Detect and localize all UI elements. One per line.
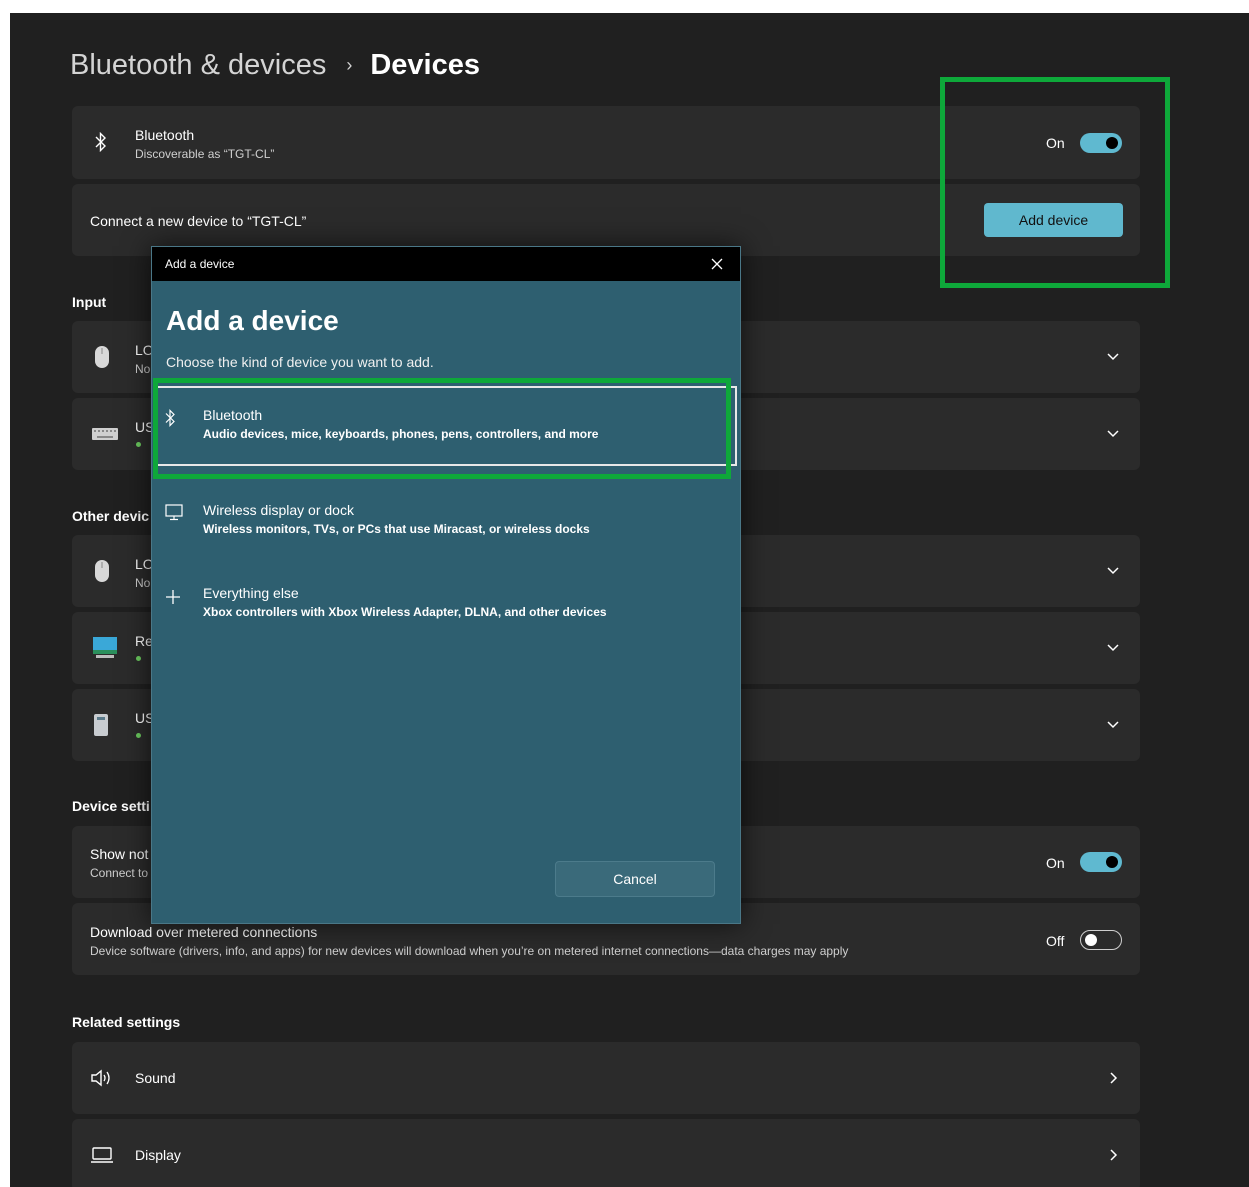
mouse-icon	[95, 346, 109, 368]
notifications-toggle[interactable]	[1080, 852, 1122, 872]
highlight-box	[153, 378, 731, 479]
related-item-label: Display	[135, 1147, 181, 1163]
option-title: Everything else	[203, 585, 299, 601]
keyboard-icon	[92, 428, 118, 440]
chevron-right-icon[interactable]	[1104, 1069, 1122, 1087]
section-input: Input	[72, 294, 107, 310]
breadcrumb-separator: ›	[346, 55, 353, 75]
plus-icon	[166, 590, 180, 604]
setting-toggle-label: On	[1046, 855, 1065, 871]
device-status: No	[135, 362, 151, 376]
connect-device-label: Connect a new device to “TGT-CL”	[90, 213, 307, 229]
dialog-window-title: Add a device	[165, 257, 235, 271]
related-item-sound[interactable]: Sound	[72, 1042, 1140, 1114]
connected-dot	[136, 442, 141, 447]
option-description: Wireless monitors, TVs, or PCs that use …	[203, 522, 590, 536]
section-device-settings: Device setti	[72, 798, 150, 814]
setting-subtitle: Connect to	[90, 866, 149, 880]
setting-subtitle: Device software (drivers, info, and apps…	[90, 944, 849, 958]
section-related-settings: Related settings	[72, 1014, 181, 1030]
option-wireless-display[interactable]: Wireless display or dock Wireless monito…	[152, 485, 740, 551]
monitor-icon	[165, 504, 183, 521]
section-other-devices: Other devic	[72, 508, 150, 524]
chevron-down-icon[interactable]	[1104, 562, 1122, 580]
page-title: Devices	[370, 49, 480, 81]
setting-toggle-label: Off	[1046, 933, 1065, 949]
speaker-icon	[91, 1069, 110, 1087]
bluetooth-subtitle: Discoverable as “TGT-CL”	[135, 147, 275, 161]
connected-dot	[136, 656, 141, 661]
drive-icon	[94, 714, 108, 736]
device-status: No	[135, 576, 151, 590]
related-item-label: Sound	[135, 1070, 176, 1086]
chevron-down-icon[interactable]	[1104, 716, 1122, 734]
add-device-dialog: Add a device Add a device Choose the kin…	[151, 246, 741, 924]
chevron-down-icon[interactable]	[1104, 348, 1122, 366]
chevron-down-icon[interactable]	[1104, 639, 1122, 657]
close-icon[interactable]	[710, 257, 724, 271]
setting-title: Show not	[90, 846, 149, 862]
mouse-icon	[95, 560, 109, 582]
breadcrumb: Bluetooth & devices › Devices	[70, 49, 480, 82]
monitor-icon	[93, 637, 117, 658]
chevron-right-icon[interactable]	[1104, 1146, 1122, 1164]
connected-dot	[136, 733, 141, 738]
option-title: Wireless display or dock	[203, 502, 354, 518]
bluetooth-title: Bluetooth	[135, 127, 195, 143]
setting-title: Download over metered connections	[90, 924, 318, 940]
chevron-down-icon[interactable]	[1104, 425, 1122, 443]
highlight-box	[940, 77, 1170, 288]
cancel-button[interactable]: Cancel	[555, 861, 715, 897]
breadcrumb-parent[interactable]: Bluetooth & devices	[70, 49, 326, 82]
metered-toggle[interactable]	[1080, 930, 1122, 950]
laptop-icon	[91, 1147, 113, 1163]
dialog-heading: Add a device	[166, 305, 339, 336]
option-description: Xbox controllers with Xbox Wireless Adap…	[203, 605, 607, 619]
related-item-display[interactable]: Display	[72, 1119, 1140, 1187]
dialog-prompt: Choose the kind of device you want to ad…	[166, 354, 434, 370]
option-everything-else[interactable]: Everything else Xbox controllers with Xb…	[152, 567, 740, 633]
dialog-title-bar: Add a device	[152, 247, 740, 281]
bluetooth-icon	[95, 132, 106, 152]
